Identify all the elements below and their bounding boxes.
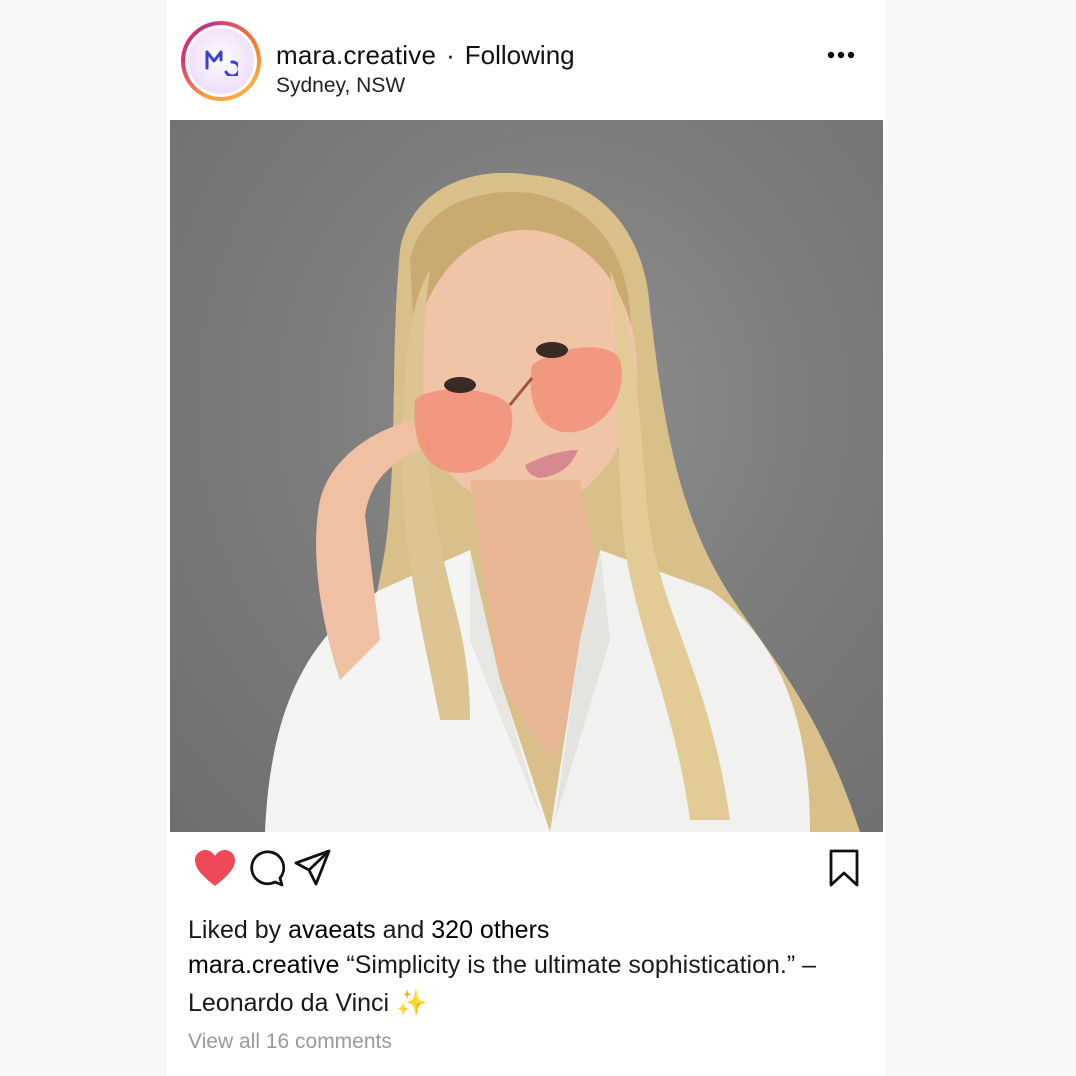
bookmark-icon	[829, 849, 859, 887]
avatar[interactable]	[181, 21, 261, 101]
following-button[interactable]: Following	[465, 40, 575, 70]
likes-count-link[interactable]: 320 others	[431, 916, 549, 944]
mc-monogram-logo	[188, 28, 254, 94]
save-button[interactable]	[827, 848, 861, 893]
comment-icon	[250, 850, 286, 887]
post-header: mara.creative · Following Sydney, NSW	[167, 0, 886, 118]
post-caption: mara.creative “Simplicity is the ultimat…	[188, 946, 848, 1022]
likes-summary: Liked by avaeats and 320 others	[188, 914, 549, 946]
like-button[interactable]	[193, 848, 237, 893]
separator-dot: ·	[446, 40, 455, 70]
more-horizontal-icon	[827, 51, 855, 59]
mc-logo-icon	[205, 50, 238, 76]
share-button[interactable]	[293, 848, 333, 893]
action-bar	[167, 834, 886, 904]
send-icon	[294, 849, 331, 886]
post-photo-illustration	[265, 172, 860, 832]
more-options-button[interactable]	[823, 40, 859, 70]
location-link[interactable]: Sydney, NSW	[276, 72, 405, 100]
caption-username-link[interactable]: mara.creative	[188, 951, 339, 979]
comment-button[interactable]	[245, 848, 286, 893]
likes-prefix: Liked by	[188, 916, 282, 944]
view-all-comments-link[interactable]: View all 16 comments	[188, 1027, 392, 1057]
liked-by-user-link[interactable]: avaeats	[288, 916, 376, 944]
post-image[interactable]	[170, 120, 883, 832]
header-title-row: mara.creative · Following	[276, 38, 575, 72]
likes-conjunction: and	[382, 916, 425, 944]
post-card: mara.creative · Following Sydney, NSW Li…	[167, 0, 886, 1076]
username-link[interactable]: mara.creative	[276, 40, 436, 70]
heart-icon	[195, 850, 235, 886]
